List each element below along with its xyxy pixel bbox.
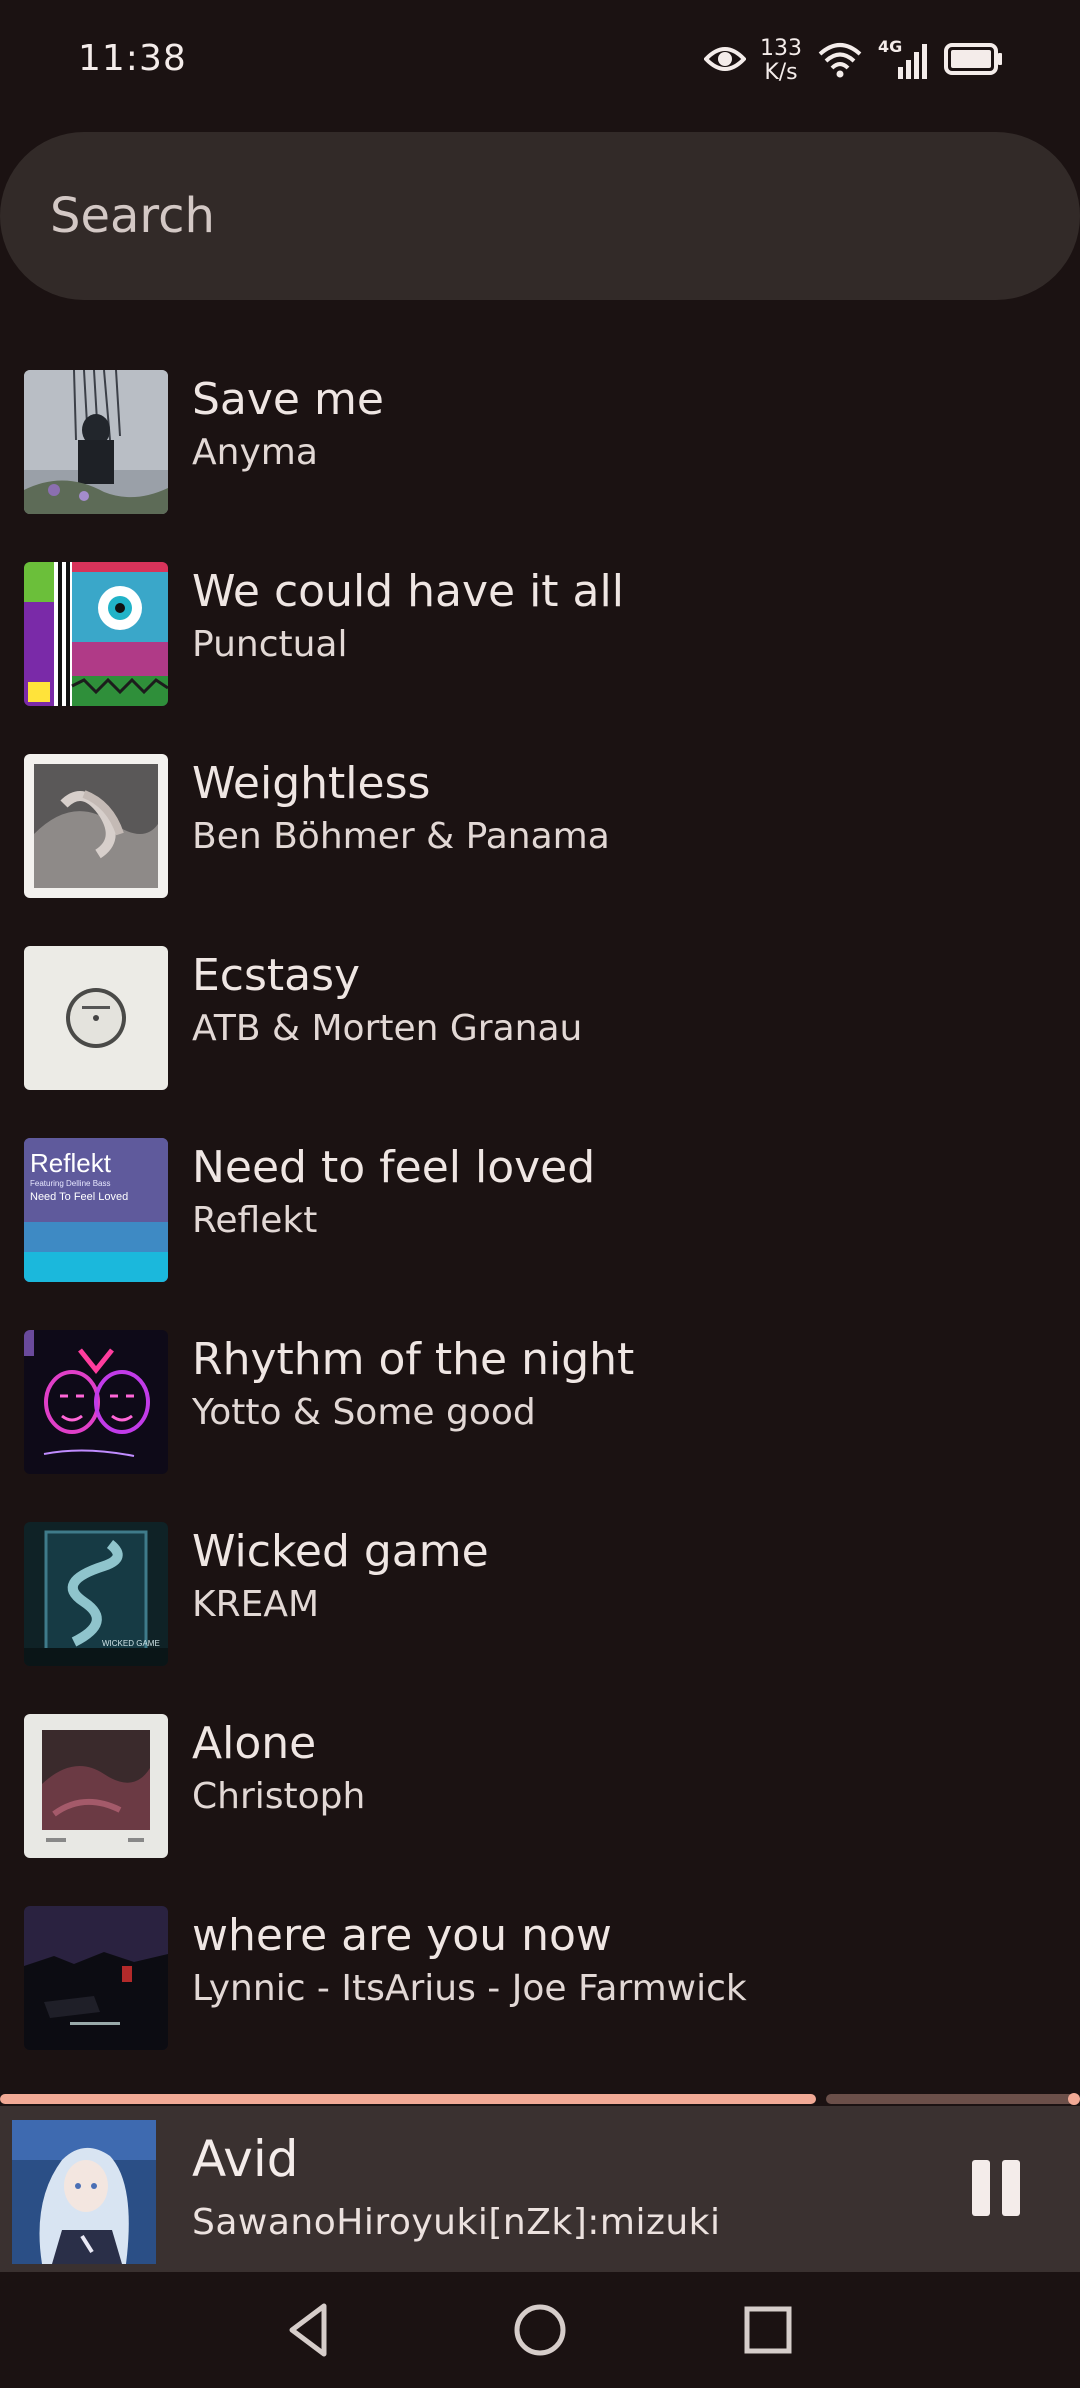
track-title: We could have it all bbox=[192, 566, 624, 617]
album-cover bbox=[24, 1330, 168, 1474]
back-icon bbox=[289, 2303, 327, 2357]
cover-reflekt-song: Need To Feel Loved bbox=[30, 1191, 128, 1203]
track-title: Save me bbox=[192, 374, 384, 425]
now-playing-cover bbox=[12, 2120, 156, 2264]
status-icons: 133 K/s 4G bbox=[703, 34, 1004, 88]
playback-progress[interactable] bbox=[0, 2092, 1080, 2106]
track-artist: Punctual bbox=[192, 624, 348, 665]
track-title: where are you now bbox=[192, 1910, 612, 1961]
cover-reflekt-featuring: Featuring Delline Bass bbox=[30, 1179, 110, 1188]
album-cover bbox=[24, 946, 168, 1090]
album-cover bbox=[24, 370, 168, 514]
track-title: Weightless bbox=[192, 758, 431, 809]
list-item[interactable]: Save me Anyma bbox=[0, 362, 1080, 554]
status-time: 11:38 bbox=[78, 38, 187, 79]
cover-wicked-game: WICKED GAME bbox=[102, 1639, 160, 1648]
album-cover bbox=[24, 562, 168, 706]
album-cover bbox=[24, 1714, 168, 1858]
progress-remaining bbox=[826, 2094, 1074, 2104]
track-artist: Reflekt bbox=[192, 1200, 318, 1241]
track-artist: Christoph bbox=[192, 1776, 366, 1817]
track-title: Rhythm of the night bbox=[192, 1334, 635, 1385]
album-cover: Reflekt Featuring Delline Bass Need To F… bbox=[24, 1138, 168, 1282]
track-list: Save me Anyma We could have it all Punct… bbox=[0, 362, 1080, 2090]
pause-button[interactable] bbox=[964, 2156, 1028, 2220]
back-button[interactable] bbox=[274, 2294, 346, 2366]
track-artist: KREAM bbox=[192, 1584, 320, 1625]
home-icon bbox=[514, 2304, 566, 2356]
list-item[interactable]: Reflekt Featuring Delline Bass Need To F… bbox=[0, 1130, 1080, 1322]
recents-button[interactable] bbox=[732, 2294, 804, 2366]
progress-end-dot bbox=[1068, 2093, 1080, 2105]
list-item[interactable]: Rhythm of the night Yotto & Some good bbox=[0, 1322, 1080, 1514]
search-bar[interactable] bbox=[0, 132, 1080, 300]
battery-icon bbox=[944, 42, 1004, 80]
status-bar: 11:38 133 K/s 4G bbox=[0, 0, 1080, 120]
wifi-icon bbox=[816, 40, 864, 82]
now-playing-title: Avid bbox=[192, 2130, 299, 2188]
net-speed: 133 K/s bbox=[760, 37, 802, 85]
pause-icon bbox=[972, 2160, 990, 2216]
net-speed-value: 133 bbox=[760, 36, 802, 61]
track-artist: ATB & Morten Granau bbox=[192, 1008, 583, 1049]
progress-fill bbox=[0, 2094, 816, 2104]
list-item[interactable]: Ecstasy ATB & Morten Granau bbox=[0, 938, 1080, 1130]
list-item[interactable]: We could have it all Punctual bbox=[0, 554, 1080, 746]
search-input[interactable] bbox=[48, 187, 952, 245]
list-item[interactable]: Weightless Ben Böhmer & Panama bbox=[0, 746, 1080, 938]
album-cover: WICKED GAME bbox=[24, 1522, 168, 1666]
album-cover bbox=[24, 1906, 168, 2050]
track-title: Alone bbox=[192, 1718, 317, 1769]
track-artist: Ben Böhmer & Panama bbox=[192, 816, 610, 857]
eye-icon bbox=[703, 44, 747, 78]
track-title: Need to feel loved bbox=[192, 1142, 596, 1193]
track-title: Ecstasy bbox=[192, 950, 361, 1001]
list-item[interactable]: WICKED GAME Wicked game KREAM bbox=[0, 1514, 1080, 1706]
track-artist: Lynnic - ItsArius - Joe Farmwick bbox=[192, 1968, 747, 2009]
track-artist: Yotto & Some good bbox=[192, 1392, 536, 1433]
track-artist: Anyma bbox=[192, 432, 318, 473]
navigation-bar bbox=[0, 2272, 1080, 2388]
now-playing-bar[interactable]: Avid SawanoHiroyuki[nZk]:mizuki bbox=[0, 2106, 1080, 2272]
signal-icon: 4G bbox=[878, 37, 930, 81]
home-button[interactable] bbox=[504, 2294, 576, 2366]
pause-icon-bar bbox=[1002, 2160, 1020, 2216]
list-item[interactable]: where are you now Lynnic - ItsArius - Jo… bbox=[0, 1898, 1080, 2090]
album-cover bbox=[24, 754, 168, 898]
now-playing-artist: SawanoHiroyuki[nZk]:mizuki bbox=[192, 2202, 721, 2243]
cover-reflekt-title: Reflekt bbox=[30, 1148, 112, 1178]
recents-icon bbox=[744, 2306, 792, 2354]
net-speed-unit: K/s bbox=[764, 60, 798, 85]
track-title: Wicked game bbox=[192, 1526, 489, 1577]
list-item[interactable]: Alone Christoph bbox=[0, 1706, 1080, 1898]
